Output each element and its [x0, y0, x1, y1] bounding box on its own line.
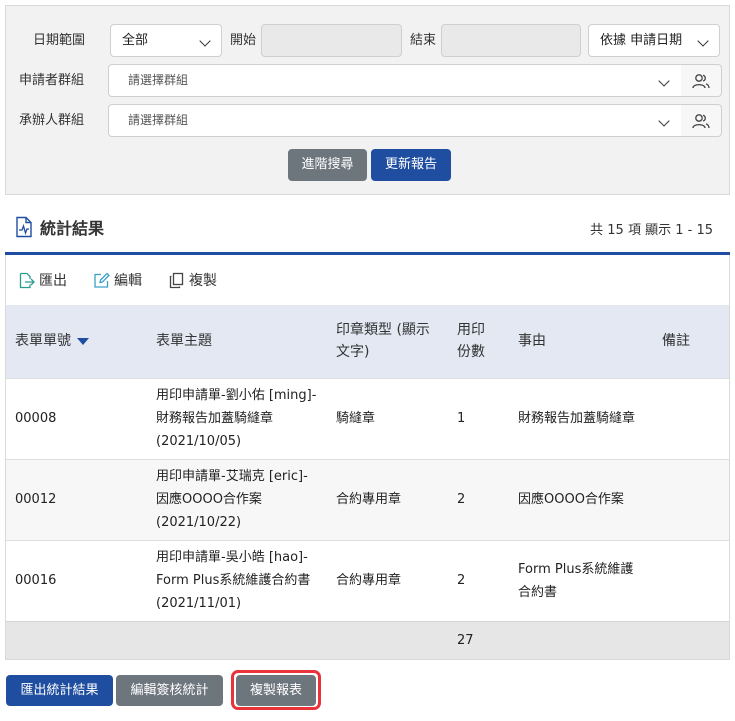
start-date-field[interactable] [261, 24, 402, 57]
chevron-down-icon [697, 35, 709, 47]
cell-copies: 2 [457, 492, 466, 507]
copy-icon [169, 272, 184, 288]
chevron-down-icon [658, 75, 670, 87]
cell-subject-line: Form Plus系統維護合約書 [156, 573, 311, 588]
cell-subject[interactable]: 用印申請單-艾瑞克 [eric]- 因應OOOO合作案 (2021/10/22) [156, 465, 308, 534]
table-row[interactable]: 00012 用印申請單-艾瑞克 [eric]- 因應OOOO合作案 (2021/… [6, 459, 729, 540]
cell-seal-type: 合約專用章 [336, 492, 402, 507]
cell-reason: 因應OOOO合作案 [518, 488, 624, 511]
handler-group-row: 承辦人群組 請選擇群組 [6, 104, 729, 138]
column-form-no[interactable]: 表單單號 [15, 330, 89, 352]
cell-form-no: 00016 [15, 573, 57, 588]
filter-panel: 日期範圍 全部 開始 結束 依據 申請日期 申請者群組 請選擇群組 承辦人群組 … [5, 5, 730, 195]
column-copies-line2: 份數 [457, 344, 485, 360]
column-reason[interactable]: 事由 [518, 330, 546, 352]
applicant-group-placeholder: 請選擇群組 [128, 73, 189, 87]
handler-group-select[interactable]: 請選擇群組 [108, 104, 682, 137]
cell-reason: Form Plus系統維護 合約書 [518, 558, 633, 604]
cell-reason: 財務報告加蓋騎縫章 [518, 407, 635, 430]
column-copies[interactable]: 用印 份數 [457, 319, 485, 363]
table-row[interactable]: 00008 用印申請單-劉小佑 [ming]- 財務報告加蓋騎縫章 (2021/… [6, 378, 729, 459]
copy-label: 複製 [189, 273, 217, 289]
sort-descending-icon [77, 337, 89, 345]
cell-subject-line: (2021/10/22) [156, 515, 242, 530]
export-icon [19, 272, 35, 288]
date-basis-value: 依據 申請日期 [600, 33, 683, 48]
cell-subject-line: (2021/10/05) [156, 434, 242, 449]
report-document-icon [16, 216, 32, 238]
export-statistics-button[interactable]: 匯出統計結果 [6, 675, 113, 706]
cell-subject-line: 財務報告加蓋騎縫章 [156, 411, 274, 426]
users-icon [692, 113, 710, 128]
chevron-down-icon [658, 115, 670, 127]
edit-tool-button[interactable]: 編輯 [93, 270, 142, 290]
date-range-row: 日期範圍 全部 開始 結束 依據 申請日期 [6, 24, 729, 58]
cell-copies: 1 [457, 411, 466, 426]
date-range-value: 全部 [122, 33, 149, 48]
handler-group-label: 承辦人群組 [19, 113, 85, 128]
start-label: 開始 [230, 33, 257, 48]
cell-subject-line: 用印申請單-吳小皓 [hao]- [156, 550, 308, 565]
cell-reason-line: 因應OOOO合作案 [518, 492, 624, 507]
export-label: 匯出 [39, 273, 67, 289]
cell-subject-line: (2021/11/01) [156, 596, 242, 611]
edit-label: 編輯 [114, 273, 142, 289]
applicant-group-picker-button[interactable] [681, 64, 722, 97]
column-seal-type-line1: 印章類型 (顯示 [336, 322, 430, 338]
cell-seal-type: 合約專用章 [336, 573, 402, 588]
table-footer-total: 27 [6, 621, 729, 659]
results-count: 共 15 項 顯示 1 - 15 [590, 223, 713, 238]
applicant-group-label: 申請者群組 [19, 73, 85, 88]
cell-subject-line: 因應OOOO合作案 [156, 492, 262, 507]
handler-group-placeholder: 請選擇群組 [128, 113, 189, 127]
cell-subject[interactable]: 用印申請單-劉小佑 [ming]- 財務報告加蓋騎縫章 (2021/10/05) [156, 384, 316, 453]
cell-reason-line: 合約書 [518, 585, 558, 600]
results-title: 統計結果 [40, 219, 105, 238]
update-report-button[interactable]: 更新報告 [371, 149, 451, 181]
total-copies: 27 [457, 633, 474, 648]
advanced-search-button[interactable]: 進階搜尋 [288, 149, 367, 181]
cell-subject[interactable]: 用印申請單-吳小皓 [hao]- Form Plus系統維護合約書 (2021/… [156, 546, 310, 615]
handler-group-picker-button[interactable] [681, 104, 722, 137]
column-seal-type[interactable]: 印章類型 (顯示 文字) [336, 319, 430, 363]
column-subject[interactable]: 表單主題 [156, 330, 212, 352]
copy-report-highlight-outline [231, 670, 321, 710]
column-seal-type-line2: 文字) [336, 344, 370, 360]
cell-subject-line: 用印申請單-劉小佑 [ming]- [156, 388, 317, 403]
export-tool-button[interactable]: 匯出 [18, 270, 67, 290]
chevron-down-icon [199, 35, 211, 47]
table-row[interactable]: 00016 用印申請單-吳小皓 [hao]- Form Plus系統維護合約書 … [6, 540, 729, 621]
applicant-group-select[interactable]: 請選擇群組 [108, 64, 682, 97]
cell-seal-type: 騎縫章 [336, 411, 376, 426]
column-copies-line1: 用印 [457, 322, 485, 338]
column-form-no-label: 表單單號 [15, 333, 71, 349]
cell-subject-line: 用印申請單-艾瑞克 [eric]- [156, 469, 308, 484]
cell-reason-line: Form Plus系統維護 [518, 562, 634, 577]
date-range-label: 日期範圍 [33, 33, 86, 48]
results-heading: 統計結果 [14, 215, 104, 239]
edit-icon [94, 272, 110, 288]
end-date-field[interactable] [441, 24, 581, 57]
copy-tool-button[interactable]: 複製 [168, 270, 217, 290]
users-icon [692, 73, 710, 88]
column-note[interactable]: 備註 [662, 330, 690, 352]
cell-copies: 2 [457, 573, 466, 588]
cell-reason-line: 財務報告加蓋騎縫章 [518, 411, 636, 426]
table-header: 表單單號 表單主題 印章類型 (顯示 文字) 用印 份數 事由 備註 [6, 305, 729, 378]
cell-form-no: 00012 [15, 492, 57, 507]
results-toolbar: 匯出 編輯 複製 [18, 269, 243, 291]
date-range-select[interactable]: 全部 [110, 24, 222, 57]
end-label: 結束 [410, 33, 437, 48]
edit-approval-statistics-button[interactable]: 編輯簽核統計 [116, 675, 223, 706]
date-basis-select[interactable]: 依據 申請日期 [588, 24, 720, 57]
cell-form-no: 00008 [15, 411, 57, 426]
applicant-group-row: 申請者群組 請選擇群組 [6, 64, 729, 98]
